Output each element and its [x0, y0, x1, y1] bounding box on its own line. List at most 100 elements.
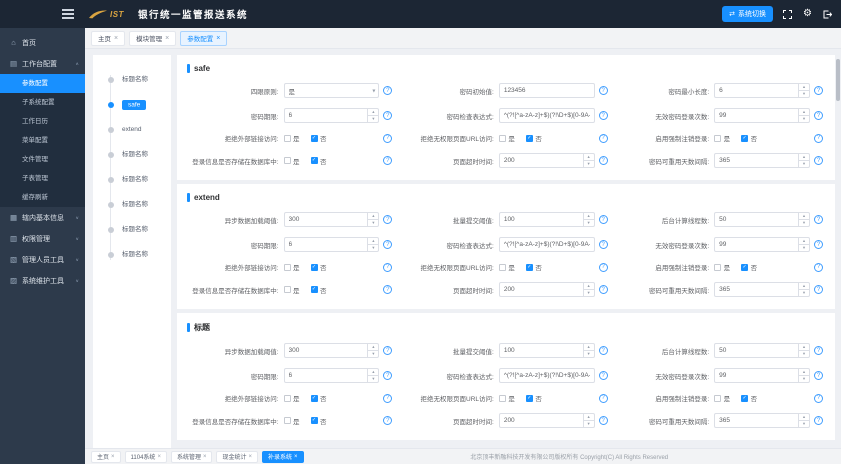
- decrease-icon[interactable]: ▾: [799, 351, 809, 357]
- checkbox-option-否[interactable]: ✓否: [741, 262, 757, 272]
- decrease-icon[interactable]: ▾: [799, 220, 809, 226]
- help-icon[interactable]: ?: [383, 285, 392, 294]
- decrease-icon[interactable]: ▾: [799, 116, 809, 122]
- help-icon[interactable]: ?: [814, 416, 823, 425]
- checkbox-checked-icon[interactable]: ✓: [311, 417, 318, 424]
- number-control[interactable]: ▴▾: [714, 108, 810, 123]
- help-icon[interactable]: ?: [383, 371, 392, 380]
- number-input[interactable]: [285, 369, 379, 382]
- number-stepper[interactable]: ▴▾: [798, 154, 809, 167]
- checkbox-group[interactable]: 是✓否: [499, 262, 595, 272]
- number-control[interactable]: ▴▾: [714, 83, 810, 98]
- number-input[interactable]: [715, 238, 809, 251]
- number-control[interactable]: ▴▾: [284, 212, 380, 227]
- increase-icon[interactable]: ▴: [799, 109, 809, 116]
- number-input[interactable]: [715, 369, 809, 382]
- number-stepper[interactable]: ▴▾: [367, 109, 378, 122]
- checkbox-option-是[interactable]: 是: [284, 393, 300, 403]
- checkbox-unchecked-icon[interactable]: [499, 395, 506, 402]
- checkbox-option-是[interactable]: 是: [499, 393, 515, 403]
- decrease-icon[interactable]: ▾: [584, 161, 594, 167]
- decrease-icon[interactable]: ▾: [368, 351, 378, 357]
- help-icon[interactable]: ?: [383, 156, 392, 165]
- help-icon[interactable]: ?: [814, 263, 823, 272]
- help-icon[interactable]: ?: [599, 371, 608, 380]
- checkbox-option-否[interactable]: ✓否: [526, 133, 542, 143]
- sidebar-subitem-参数配置[interactable]: 参数配置: [0, 74, 85, 93]
- help-icon[interactable]: ?: [383, 416, 392, 425]
- decrease-icon[interactable]: ▾: [799, 91, 809, 97]
- checkbox-option-否[interactable]: ✓否: [311, 393, 327, 403]
- help-icon[interactable]: ?: [383, 346, 392, 355]
- anchor-item-safe[interactable]: safe: [111, 100, 171, 110]
- tab-close-icon[interactable]: ×: [114, 35, 118, 42]
- anchor-item-标题名称[interactable]: 标题名称: [111, 75, 171, 85]
- help-icon[interactable]: ?: [814, 346, 823, 355]
- help-icon[interactable]: ?: [599, 240, 608, 249]
- checkbox-unchecked-icon[interactable]: [714, 135, 721, 142]
- number-stepper[interactable]: ▴▾: [798, 283, 809, 296]
- anchor-item-标题名称[interactable]: 标题名称: [111, 175, 171, 185]
- increase-icon[interactable]: ▴: [368, 109, 378, 116]
- checkbox-option-是[interactable]: 是: [714, 262, 730, 272]
- checkbox-option-是[interactable]: 是: [284, 285, 300, 295]
- checkbox-option-否[interactable]: ✓否: [311, 133, 327, 143]
- number-control[interactable]: ▴▾: [714, 343, 810, 358]
- number-input[interactable]: [285, 238, 379, 251]
- number-stepper[interactable]: ▴▾: [367, 369, 378, 382]
- anchor-item-标题名称[interactable]: 标题名称: [111, 250, 171, 260]
- checkbox-group[interactable]: 是 ✓否: [714, 133, 810, 143]
- checkbox-option-是[interactable]: 是: [499, 262, 515, 272]
- select-value[interactable]: [285, 84, 379, 97]
- increase-icon[interactable]: ▴: [584, 213, 594, 220]
- checkbox-checked-icon[interactable]: ✓: [741, 135, 748, 142]
- help-icon[interactable]: ?: [599, 215, 608, 224]
- checkbox-option-是[interactable]: 是: [284, 133, 300, 143]
- anchor-item-标题名称[interactable]: 标题名称: [111, 150, 171, 160]
- checkbox-checked-icon[interactable]: ✓: [311, 395, 318, 402]
- checkbox-checked-icon[interactable]: ✓: [741, 264, 748, 271]
- checkbox-option-否[interactable]: ✓否: [741, 133, 757, 143]
- number-stepper[interactable]: ▴▾: [583, 213, 594, 226]
- sidebar-item-工作台配置[interactable]: ▤工作台配置∧: [0, 53, 85, 74]
- help-icon[interactable]: ?: [383, 134, 392, 143]
- number-stepper[interactable]: ▴▾: [367, 238, 378, 251]
- number-input[interactable]: [500, 213, 594, 226]
- checkbox-checked-icon[interactable]: ✓: [526, 135, 533, 142]
- checkbox-checked-icon[interactable]: ✓: [526, 264, 533, 271]
- number-input[interactable]: [500, 283, 594, 296]
- number-input[interactable]: [500, 414, 594, 427]
- number-stepper[interactable]: ▴▾: [798, 369, 809, 382]
- help-icon[interactable]: ?: [599, 156, 608, 165]
- increase-icon[interactable]: ▴: [799, 283, 809, 290]
- bottom-tab-主页[interactable]: 主页×: [91, 451, 121, 463]
- checkbox-group[interactable]: 是 ✓否: [284, 393, 380, 403]
- increase-icon[interactable]: ▴: [799, 369, 809, 376]
- number-input[interactable]: [500, 154, 594, 167]
- decrease-icon[interactable]: ▾: [368, 245, 378, 251]
- checkbox-group[interactable]: 是 ✓否: [284, 133, 380, 143]
- checkbox-group[interactable]: 是✓否: [499, 133, 595, 143]
- anchor-item-extend[interactable]: extend: [111, 125, 171, 135]
- help-icon[interactable]: ?: [814, 371, 823, 380]
- decrease-icon[interactable]: ▾: [799, 161, 809, 167]
- increase-icon[interactable]: ▴: [368, 213, 378, 220]
- checkbox-group[interactable]: 是✓否: [499, 393, 595, 403]
- increase-icon[interactable]: ▴: [584, 154, 594, 161]
- checkbox-group[interactable]: 是✓否: [284, 156, 380, 166]
- system-switch-button[interactable]: ⇄ 系统切换: [722, 6, 773, 22]
- help-icon[interactable]: ?: [599, 285, 608, 294]
- checkbox-option-是[interactable]: 是: [284, 416, 300, 426]
- checkbox-option-是[interactable]: 是: [714, 133, 730, 143]
- number-stepper[interactable]: ▴▾: [798, 238, 809, 251]
- help-icon[interactable]: ?: [599, 346, 608, 355]
- number-input[interactable]: [715, 109, 809, 122]
- sidebar-subitem-菜单配置[interactable]: 菜单配置: [0, 131, 85, 150]
- increase-icon[interactable]: ▴: [799, 414, 809, 421]
- increase-icon[interactable]: ▴: [799, 213, 809, 220]
- help-icon[interactable]: ?: [814, 215, 823, 224]
- text-input[interactable]: [500, 84, 594, 97]
- increase-icon[interactable]: ▴: [799, 344, 809, 351]
- help-icon[interactable]: ?: [814, 240, 823, 249]
- increase-icon[interactable]: ▴: [368, 369, 378, 376]
